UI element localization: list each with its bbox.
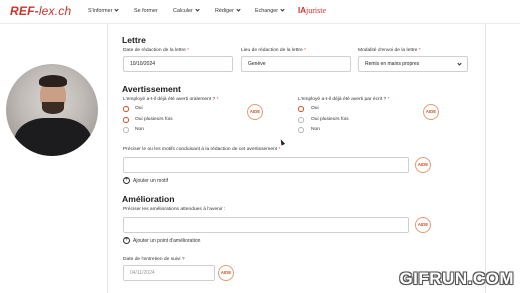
radio-ecrit-oui-plusieurs[interactable] [298, 117, 304, 123]
add-amelioration-button[interactable]: + Ajouter un point d'amélioration [123, 236, 200, 244]
gifrun-watermark: GIFRUN.COM [399, 269, 514, 288]
aide-button-amelioration[interactable]: AIDE [415, 217, 431, 233]
radio-oral-non[interactable] [123, 127, 129, 133]
motifs-input[interactable] [123, 157, 409, 173]
radio-label: Oui plusieurs fois [135, 117, 173, 122]
chevron-down-icon [236, 6, 241, 12]
oral-question: L'employé a-t-il déjà été averti oraleme… [123, 97, 219, 102]
aide-button-oral[interactable]: AIDE [247, 104, 263, 120]
lieu-input[interactable]: Genève [241, 56, 351, 72]
ref-lex-logo[interactable]: REF-lex.ch [10, 4, 71, 18]
nav-informer[interactable]: S'informer [88, 6, 120, 14]
modalite-label: Modalité d'envoi de la lettre * [358, 48, 421, 53]
right-sidebar [485, 24, 520, 293]
aide-button-ecrit[interactable]: AIDE [423, 104, 439, 120]
radio-label: Oui [311, 106, 319, 111]
radio-label: Non [135, 127, 144, 132]
motifs-label: Préciser le ou les motifs conduisant à l… [123, 147, 281, 152]
suivi-label: Date de l'entretien de suivi ? [123, 257, 185, 262]
amelioration-input[interactable] [123, 217, 409, 233]
section-title-lettre: Lettre [122, 35, 146, 45]
section-title-amelioration: Amélioration [122, 194, 175, 204]
nav-echanger[interactable]: Echanger [255, 6, 285, 14]
radio-ecrit-non[interactable] [298, 127, 304, 133]
plus-circle-icon: + [123, 176, 130, 184]
section-title-avertissement: Avertissement [122, 84, 181, 94]
add-motif-button[interactable]: + Ajouter un motif [123, 176, 168, 184]
chevron-down-icon [195, 6, 200, 12]
radio-label: Oui plusieurs fois [311, 117, 349, 122]
webcam-panel [0, 24, 108, 293]
radio-oral-oui-plusieurs[interactable] [123, 117, 129, 123]
radio-label: Oui [135, 106, 143, 111]
top-header: REF-lex.ch S'informer Se former Calculer… [0, 0, 520, 24]
nav-former[interactable]: Se former [134, 8, 158, 14]
date-label: Date de rédaction de la lettre * [123, 48, 190, 53]
radio-label: Non [311, 127, 320, 132]
lieu-label: Lieu de rédaction de la lettre * [241, 48, 306, 53]
ia-juriste-logo[interactable]: IAjuriste [298, 6, 326, 15]
nav-rediger[interactable]: Rédiger [215, 6, 241, 14]
radio-ecrit-oui[interactable] [298, 106, 304, 112]
plus-circle-icon: + [123, 236, 130, 244]
chevron-down-icon [280, 6, 285, 12]
aide-button-suivi[interactable]: AIDE [218, 265, 234, 281]
letter-form: Lettre Date de rédaction de la lettre * … [108, 24, 485, 293]
aide-button-motifs[interactable]: AIDE [415, 157, 431, 173]
ecrit-question: L'employé a-t-il déjà été averti par écr… [298, 97, 390, 102]
nav-calculer[interactable]: Calculer [173, 6, 200, 14]
suivi-date-input[interactable]: 04/11/2024 [123, 265, 215, 281]
chevron-down-icon [457, 61, 462, 66]
chevron-down-icon [114, 6, 120, 12]
date-input[interactable]: 10/10/2024 [123, 56, 233, 72]
amelioration-label: Préciser les améliorations attendues à l… [123, 207, 226, 212]
radio-oral-oui[interactable] [123, 106, 129, 112]
presenter-video [6, 64, 98, 156]
modalite-select[interactable]: Remis en mains propres [358, 56, 468, 72]
